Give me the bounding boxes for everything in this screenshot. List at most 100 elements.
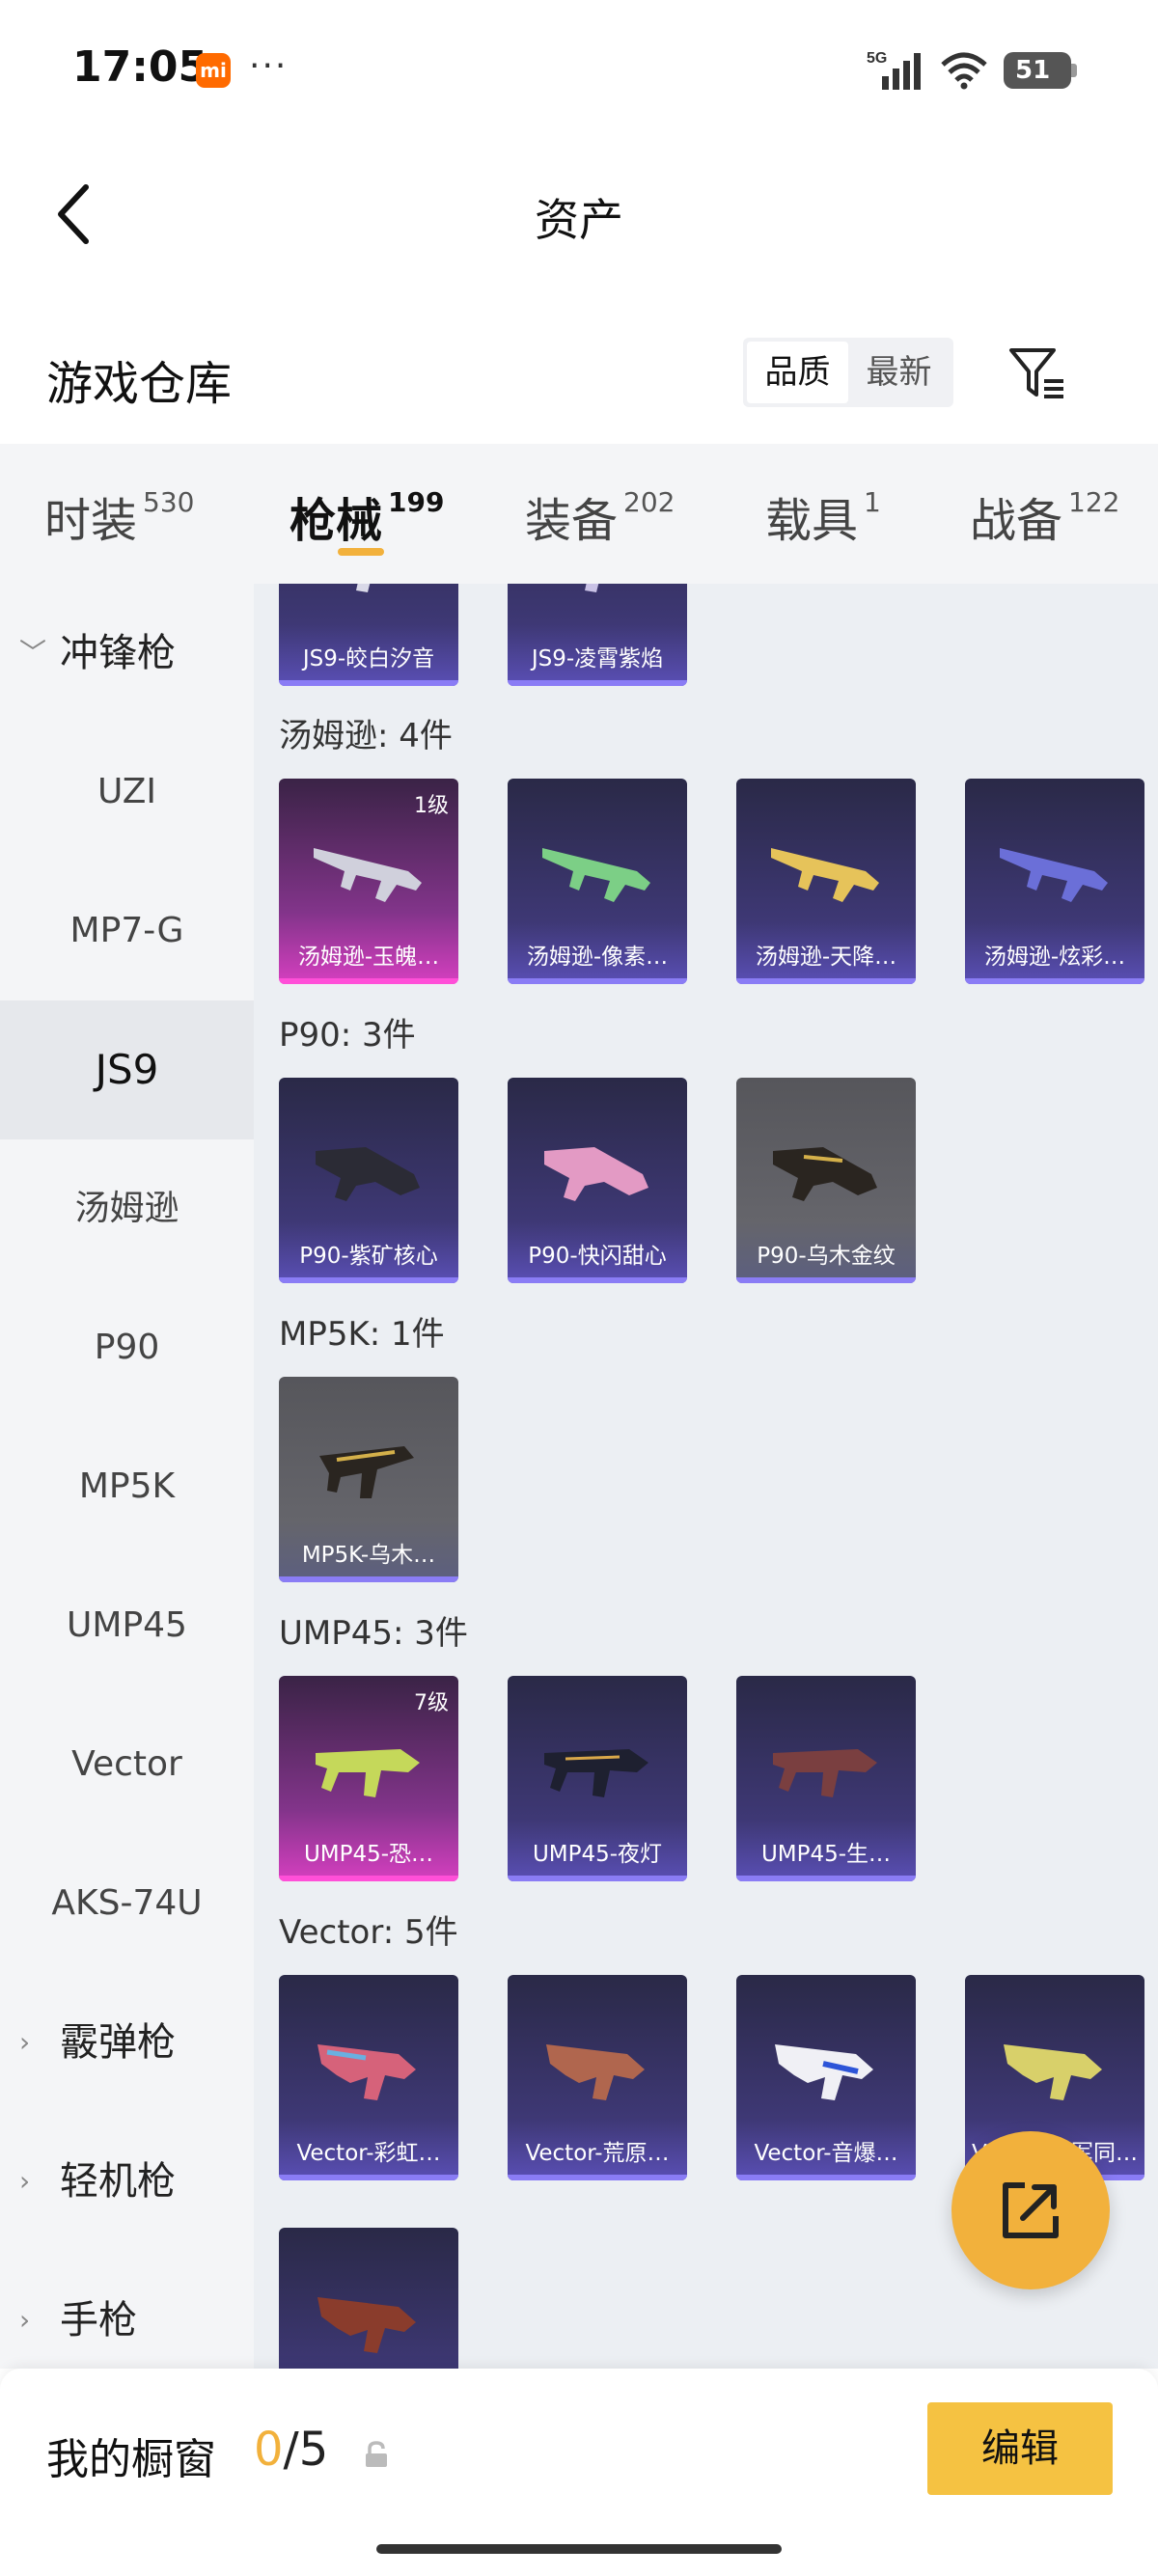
sidebar-item-aks74u[interactable]: AKS-74U	[0, 1834, 254, 1973]
sidebar-item-uzi[interactable]: UZI	[0, 723, 254, 862]
share-button[interactable]	[951, 2131, 1110, 2289]
tab-label: 载具	[765, 494, 859, 548]
page-title: 资产	[535, 194, 623, 246]
weapon-card-name: P90-紫矿核心	[299, 1244, 438, 1269]
sidebar-group-label: 冲锋枪	[60, 631, 176, 675]
weapon-card[interactable]: P90-乌木金纹	[736, 1078, 916, 1283]
rarity-bar	[279, 2175, 458, 2180]
tab-label: 装备	[525, 494, 619, 548]
smg-icon	[356, 584, 371, 592]
rarity-bar	[736, 978, 916, 984]
weapon-card-name: UMP45-恐…	[303, 1842, 434, 1867]
weapon-card-name: P90-快闪甜心	[528, 1244, 667, 1269]
weapon-card[interactable]: 汤姆逊-炫彩…	[965, 779, 1144, 984]
sidebar-group-shotgun[interactable]: › 霰弹枪	[0, 1973, 254, 2112]
sort-quality-option[interactable]: 品质	[747, 342, 848, 403]
showcase-label: 我的橱窗	[46, 2435, 216, 2484]
rarity-bar	[736, 1277, 916, 1283]
sort-newest-option[interactable]: 最新	[848, 342, 950, 403]
weapon-card[interactable]: P90-紫矿核心	[279, 1078, 458, 1283]
warehouse-title: 游戏仓库	[46, 357, 233, 411]
weapon-card-name: 汤姆逊-像素…	[526, 945, 669, 970]
weapon-card-name: JS9-皎白汐音	[302, 646, 435, 671]
rarity-bar	[508, 978, 687, 984]
lock-icon	[366, 2441, 387, 2467]
weapon-card[interactable]: P90-快闪甜心	[508, 1078, 687, 1283]
section-label: 汤姆逊: 4件	[279, 717, 453, 755]
mi-notification-icon: mi	[196, 53, 231, 88]
level-badge: 1级	[414, 794, 449, 818]
weapon-card[interactable]: JS9-皎白汐音	[279, 584, 458, 686]
ump45-icon	[773, 1749, 877, 1797]
thompson-icon	[1000, 848, 1108, 902]
tab-count: 530	[143, 486, 195, 518]
tab-supplies[interactable]: 战备 122	[970, 482, 1119, 550]
sidebar-item-thompson[interactable]: 汤姆逊	[0, 1139, 254, 1278]
filter-icon	[1009, 348, 1063, 398]
vector-icon	[1004, 2044, 1102, 2100]
weapon-card[interactable]	[279, 2228, 458, 2369]
rarity-bar	[736, 1876, 916, 1881]
weapon-card-name: JS9-凌霄紫焰	[531, 646, 664, 671]
weapon-card[interactable]: 7级 UMP45-恐…	[279, 1676, 458, 1881]
ump45-icon	[544, 1749, 648, 1797]
sidebar-group-lmg[interactable]: › 轻机枪	[0, 2112, 254, 2251]
p90-icon	[316, 1147, 420, 1201]
rarity-bar	[508, 680, 687, 686]
p90-icon	[773, 1147, 877, 1201]
edit-button[interactable]: 编辑	[927, 2402, 1113, 2495]
weapon-card[interactable]: 汤姆逊-像素…	[508, 779, 687, 984]
tab-weapons[interactable]: 枪械 199	[290, 482, 444, 550]
tab-vehicles[interactable]: 载具 1	[765, 482, 881, 550]
wifi-icon	[941, 52, 987, 90]
status-bar: 17:05 mi ··· 5G 51	[0, 0, 1158, 135]
sidebar-item-mp7g[interactable]: MP7-G	[0, 862, 254, 1000]
rarity-bar	[736, 2175, 916, 2180]
warehouse-header: 游戏仓库 品质 最新	[0, 318, 1158, 434]
tab-count: 199	[388, 486, 445, 518]
sort-toggle: 品质 最新	[743, 338, 953, 407]
weapon-card-name: MP5K-乌木…	[301, 1543, 436, 1568]
weapon-card[interactable]: UMP45-生…	[736, 1676, 916, 1881]
tab-count: 122	[1068, 486, 1120, 518]
sidebar-item-mp5k[interactable]: MP5K	[0, 1417, 254, 1556]
weapon-grid: JS9-皎白汐音 JS9-凌霄紫焰 汤姆逊: 4件 1级 汤姆逊-玉魄… 汤姆逊…	[254, 584, 1158, 2369]
share-external-icon	[1003, 2182, 1059, 2238]
sidebar-item-js9[interactable]: JS9	[0, 1000, 254, 1139]
sidebar-item-vector[interactable]: Vector	[0, 1695, 254, 1834]
sidebar-group-label: 霰弹枪	[60, 2020, 176, 2065]
section-label: UMP45: 3件	[279, 1614, 468, 1653]
weapon-card[interactable]: MP5K-乌木…	[279, 1377, 458, 1582]
weapon-card[interactable]: Vector-荒原…	[508, 1975, 687, 2180]
weapon-card-name: Vector-音爆…	[754, 2141, 898, 2166]
weapon-card[interactable]: UMP45-夜灯	[508, 1676, 687, 1881]
rarity-bar	[508, 2175, 687, 2180]
tab-fashion[interactable]: 时装 530	[44, 482, 194, 550]
weapon-card[interactable]: 1级 汤姆逊-玉魄…	[279, 779, 458, 984]
home-indicator[interactable]	[376, 2544, 782, 2554]
weapon-card-name: P90-乌木金纹	[757, 1244, 896, 1269]
weapon-card-name: 汤姆逊-玉魄…	[297, 945, 440, 970]
filter-button[interactable]	[1004, 340, 1071, 407]
signal-icon: 5G	[867, 50, 921, 90]
status-time: 17:05	[72, 42, 208, 92]
weapon-card[interactable]: JS9-凌霄紫焰	[508, 584, 687, 686]
chevron-down-icon: ﹀	[19, 637, 47, 669]
sidebar-item-ump45[interactable]: UMP45	[0, 1556, 254, 1695]
status-indicators: 5G 51	[867, 48, 1077, 93]
vector-icon	[546, 2044, 645, 2100]
weapon-card[interactable]: Vector-音爆…	[736, 1975, 916, 2180]
showcase-bar: 我的橱窗 0/5 编辑	[0, 2369, 1158, 2576]
weapon-card[interactable]: Vector-彩虹…	[279, 1975, 458, 2180]
tab-equipment[interactable]: 装备 202	[525, 482, 675, 550]
chevron-right-icon: ›	[19, 2026, 31, 2058]
app-header: 资产	[0, 164, 1158, 260]
showcase-max: /5	[283, 2423, 329, 2477]
sidebar-item-p90[interactable]: P90	[0, 1278, 254, 1417]
vector-icon	[317, 2297, 416, 2353]
weapon-card[interactable]: 汤姆逊-天降…	[736, 779, 916, 984]
section-label: Vector: 5件	[279, 1913, 458, 1952]
vector-icon	[317, 2044, 416, 2100]
tab-label: 时装	[44, 494, 138, 548]
sidebar-group-smg[interactable]: ﹀ 冲锋枪	[0, 584, 254, 723]
